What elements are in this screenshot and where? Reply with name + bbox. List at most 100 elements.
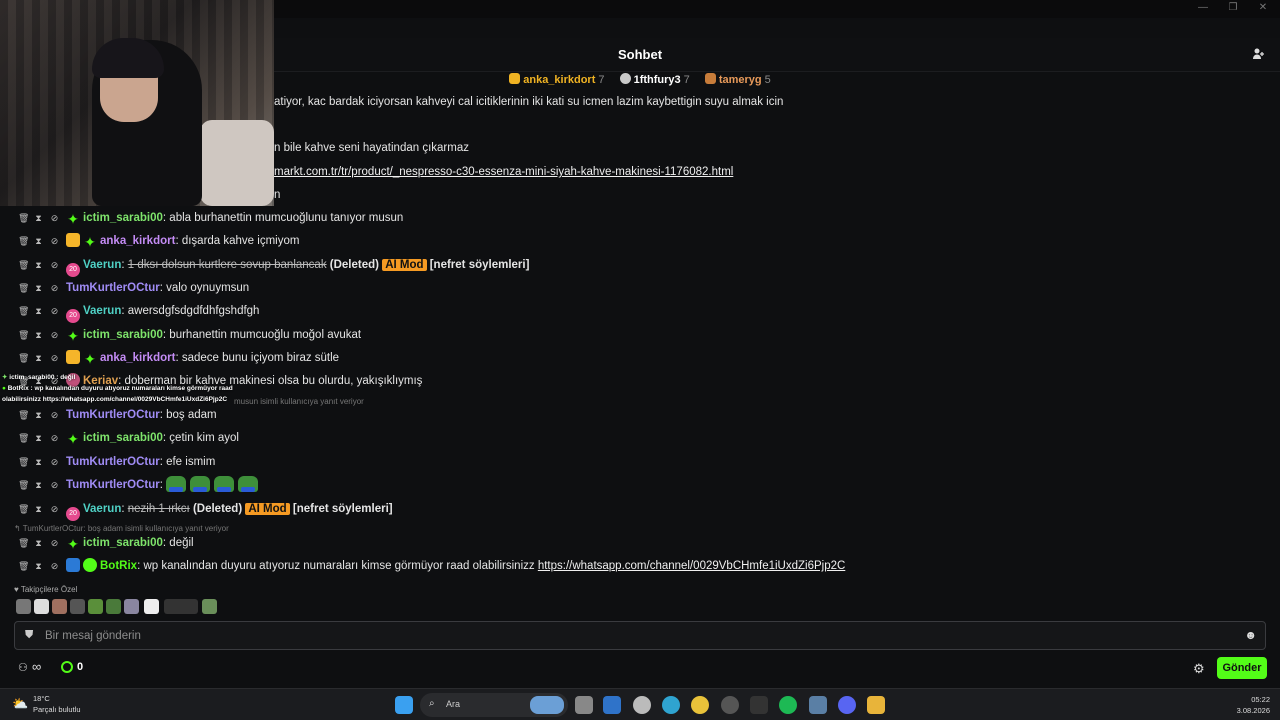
trash-icon[interactable]: 🗑 <box>18 208 29 228</box>
system-clock[interactable]: 05:22 3.08.2026 <box>1237 694 1270 716</box>
ban-icon[interactable]: ⊘ <box>50 452 59 472</box>
leaderboard-item[interactable]: 1fthfury3 7 <box>619 73 690 86</box>
timeout-icon[interactable]: ⧗ <box>34 255 43 275</box>
ban-icon[interactable]: ⊘ <box>50 255 59 275</box>
trash-icon[interactable]: 🗑 <box>18 556 29 576</box>
timeout-icon[interactable]: ⧗ <box>34 348 43 368</box>
trash-icon[interactable]: 🗑 <box>18 278 29 298</box>
ban-icon[interactable]: ⊘ <box>50 231 59 251</box>
settings-gear-icon[interactable]: ⚙ <box>1193 661 1205 677</box>
emote-icon[interactable] <box>16 599 31 614</box>
timeout-icon[interactable]: ⧗ <box>34 452 43 472</box>
timeout-icon[interactable]: ⧗ <box>34 278 43 298</box>
minimize-icon[interactable]: — <box>1188 2 1218 16</box>
chat-username[interactable]: ictim_sarabi00 <box>83 432 163 444</box>
share-icon[interactable]: ⚇ <box>18 661 28 674</box>
trash-icon[interactable]: 🗑 <box>18 348 29 368</box>
chat-username[interactable]: ictim_sarabi00 <box>83 537 163 549</box>
leaderboard-item[interactable]: anka_kirkdort 7 <box>509 73 605 86</box>
emote-icon[interactable] <box>144 599 159 614</box>
og-badge-icon: ✦ <box>67 211 79 227</box>
trash-icon[interactable]: 🗑 <box>18 475 29 495</box>
ban-icon[interactable]: ⊘ <box>50 556 59 576</box>
timeout-icon[interactable]: ⧗ <box>34 556 43 576</box>
ban-icon[interactable]: ⊘ <box>50 533 59 553</box>
emote-icon[interactable] <box>164 599 198 614</box>
chat-username[interactable]: TumKurtlerOCtur <box>66 282 160 294</box>
timeout-icon[interactable]: ⧗ <box>34 325 43 345</box>
ban-icon[interactable]: ⊘ <box>50 475 59 495</box>
task-view-icon[interactable] <box>575 696 593 714</box>
emote-icon[interactable] <box>202 599 217 614</box>
edge-icon[interactable] <box>662 696 680 714</box>
weather-icon[interactable]: ⛅ <box>12 696 28 712</box>
timeout-icon[interactable]: ⧗ <box>34 208 43 228</box>
trash-icon[interactable]: 🗑 <box>18 452 29 472</box>
store-icon[interactable] <box>603 696 621 714</box>
timeout-icon[interactable]: ⧗ <box>34 428 43 448</box>
taskbar-search[interactable]: ⌕ Ara <box>420 693 568 717</box>
timeout-icon[interactable]: ⧗ <box>34 475 43 495</box>
emote-icon[interactable] <box>106 599 121 614</box>
chat-username[interactable]: TumKurtlerOCtur <box>66 456 160 468</box>
chat-username[interactable]: Vaerun <box>83 259 121 271</box>
users-icon[interactable] <box>1252 47 1268 63</box>
ban-icon[interactable]: ⊘ <box>50 325 59 345</box>
chat-username[interactable]: Vaerun <box>83 503 121 515</box>
send-button[interactable]: Gönder <box>1217 657 1267 679</box>
spotify-icon[interactable] <box>779 696 797 714</box>
ban-icon[interactable]: ⊘ <box>50 278 59 298</box>
discord-icon[interactable] <box>838 696 856 714</box>
trash-icon[interactable]: 🗑 <box>18 255 29 275</box>
trash-icon[interactable]: 🗑 <box>18 428 29 448</box>
emote-icon[interactable] <box>34 599 49 614</box>
leaderboard-item[interactable]: tameryg 5 <box>704 73 771 86</box>
trash-icon[interactable]: 🗑 <box>18 405 29 425</box>
ban-icon[interactable]: ⊘ <box>50 499 59 519</box>
timeout-icon[interactable]: ⧗ <box>34 405 43 425</box>
reply-context[interactable]: ↰ TumKurtlerOCtur: boş adam isimli kulla… <box>14 524 229 533</box>
trash-icon[interactable]: 🗑 <box>18 325 29 345</box>
chat-username[interactable]: ictim_sarabi00 <box>83 212 163 224</box>
emote-icon[interactable] <box>124 599 139 614</box>
ban-icon[interactable]: ⊘ <box>50 208 59 228</box>
chat-text: : burhanettin mumcuoğlu moğol avukat <box>162 329 362 341</box>
trash-icon[interactable]: 🗑 <box>18 533 29 553</box>
trash-icon[interactable]: 🗑 <box>18 231 29 251</box>
trash-icon[interactable]: 🗑 <box>18 301 29 321</box>
chat-username[interactable]: anka_kirkdort <box>100 352 175 364</box>
chat-username[interactable]: TumKurtlerOCtur <box>66 409 160 421</box>
maximize-icon[interactable]: ❐ <box>1218 2 1248 16</box>
chat-username[interactable]: BotRix <box>100 560 137 572</box>
obs-icon[interactable] <box>721 696 739 714</box>
timeout-icon[interactable]: ⧗ <box>34 533 43 553</box>
chrome-icon[interactable] <box>691 696 709 714</box>
chat-username[interactable]: ictim_sarabi00 <box>83 329 163 341</box>
trash-icon[interactable]: 🗑 <box>18 499 29 519</box>
terminal-icon[interactable] <box>750 696 768 714</box>
timeout-icon[interactable]: ⧗ <box>34 499 43 519</box>
close-icon[interactable]: ✕ <box>1248 2 1278 16</box>
emote-icon[interactable] <box>70 599 85 614</box>
app-icon[interactable] <box>809 696 827 714</box>
reply-context[interactable]: musun isimli kullanıcıya yanıt veriyor <box>234 397 364 406</box>
chatgpt-icon[interactable] <box>633 696 651 714</box>
chat-input[interactable] <box>45 626 1225 646</box>
file-explorer-icon[interactable] <box>867 696 885 714</box>
timeout-icon[interactable]: ⧗ <box>34 231 43 251</box>
windows-start-icon[interactable] <box>395 696 413 714</box>
whatsapp-link[interactable]: https://whatsapp.com/channel/0029VbCHmfe… <box>538 560 845 572</box>
timeout-icon[interactable]: ⧗ <box>34 301 43 321</box>
ban-icon[interactable]: ⊘ <box>50 348 59 368</box>
product-link[interactable]: markt.com.tr/tr/product/_nespresso-c30-e… <box>274 166 733 178</box>
emote-icon[interactable] <box>52 599 67 614</box>
chat-username[interactable]: Vaerun <box>83 305 121 317</box>
emote-icon[interactable] <box>88 599 103 614</box>
ban-icon[interactable]: ⊘ <box>50 428 59 448</box>
emoji-icon[interactable]: ☻ <box>1244 628 1257 642</box>
chat-username[interactable]: anka_kirkdort <box>100 235 175 247</box>
ban-icon[interactable]: ⊘ <box>50 405 59 425</box>
chat-username[interactable]: TumKurtlerOCtur <box>66 479 160 491</box>
ban-icon[interactable]: ⊘ <box>50 301 59 321</box>
chat-message-partial-link[interactable]: markt.com.tr/tr/product/_nespresso-c30-e… <box>274 162 733 182</box>
